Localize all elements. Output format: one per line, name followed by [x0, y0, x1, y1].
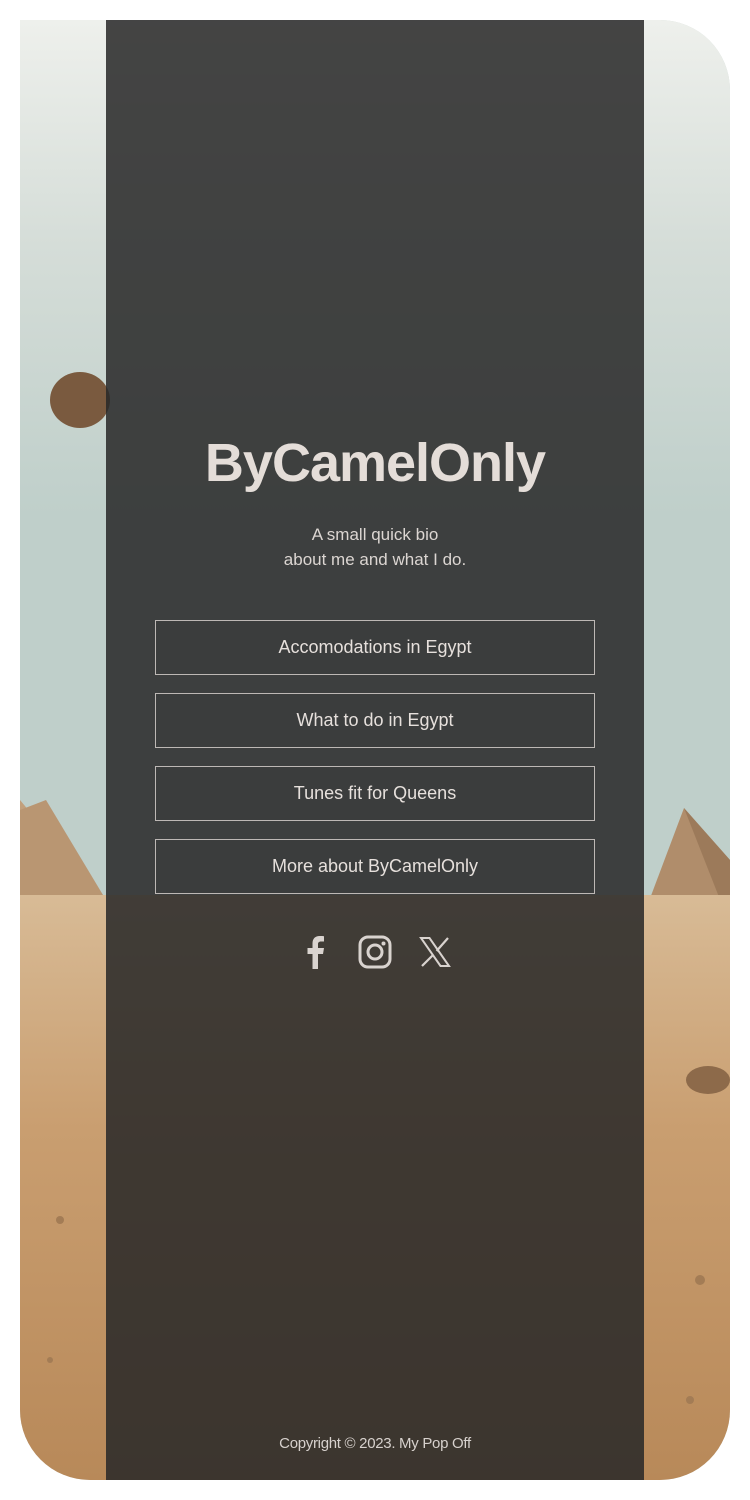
- link-button-more-about[interactable]: More about ByCamelOnly: [155, 839, 595, 894]
- link-list: Accomodations in Egypt What to do in Egy…: [155, 620, 595, 912]
- facebook-icon[interactable]: [297, 934, 333, 970]
- bio-line: A small quick bio: [311, 525, 439, 544]
- content-panel: ByCamelOnly A small quick bio about me a…: [106, 20, 644, 1480]
- link-button-tunes[interactable]: Tunes fit for Queens: [155, 766, 595, 821]
- profile-bio: A small quick bio about me and what I do…: [106, 522, 644, 572]
- instagram-icon[interactable]: [357, 934, 393, 970]
- bio-line: about me and what I do.: [283, 550, 467, 569]
- link-button-accomodations[interactable]: Accomodations in Egypt: [155, 620, 595, 675]
- x-icon[interactable]: [417, 934, 453, 970]
- link-button-things-to-do[interactable]: What to do in Egypt: [155, 693, 595, 748]
- social-links: [106, 934, 644, 974]
- phone-frame: ByCamelOnly A small quick bio about me a…: [20, 20, 730, 1480]
- copyright-text: Copyright © 2023. My Pop Off: [279, 1435, 471, 1452]
- profile-name: ByCamelOnly: [204, 433, 546, 493]
